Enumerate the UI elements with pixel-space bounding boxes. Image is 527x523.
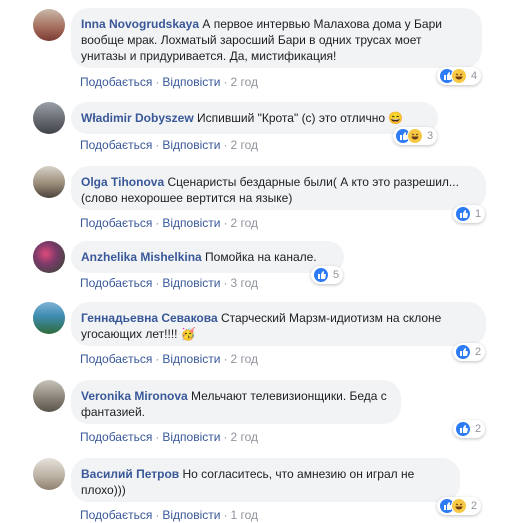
comment-author[interactable]: Геннадьевна Севакова — [81, 311, 218, 325]
reaction-count: 3 — [427, 130, 434, 142]
reply-link[interactable]: Відповісти — [162, 352, 220, 366]
comment-actions: Подобається · Відповісти · 2 год — [80, 216, 258, 230]
comment-actions: Подобається · Відповісти · 2 год — [80, 430, 258, 444]
avatar[interactable] — [33, 102, 65, 134]
like-link[interactable]: Подобається — [80, 508, 152, 522]
comment-author[interactable]: Василий Петров — [81, 467, 179, 481]
reactions-badge[interactable]: 2 — [453, 343, 486, 361]
comment-author[interactable]: Inna Novogrudskaya — [81, 17, 199, 31]
comment-author[interactable]: Anzhelika Mishelkina — [81, 250, 202, 264]
reactions-badge[interactable]: 5 — [311, 266, 344, 284]
avatar[interactable] — [33, 380, 65, 412]
like-link[interactable]: Подобається — [80, 276, 152, 290]
like-link[interactable]: Подобається — [80, 138, 152, 152]
reaction-count: 1 — [475, 208, 482, 220]
reply-link[interactable]: Відповісти — [162, 75, 220, 89]
comment-actions: Подобається · Відповісти · 2 год — [80, 138, 258, 152]
comment-time[interactable]: 2 год — [230, 75, 258, 89]
reply-link[interactable]: Відповісти — [162, 276, 220, 290]
comment-time[interactable]: 3 год — [230, 276, 258, 290]
like-link[interactable]: Подобається — [80, 216, 152, 230]
reply-link[interactable]: Відповісти — [162, 138, 220, 152]
avatar[interactable] — [33, 241, 65, 273]
avatar[interactable] — [33, 458, 65, 490]
like-reaction-icon — [455, 421, 471, 437]
comment-bubble: Inna Novogrudskaya А первое интервью Мал… — [71, 8, 482, 68]
reply-link[interactable]: Відповісти — [162, 216, 220, 230]
comment-actions: Подобається · Відповісти · 2 год — [80, 75, 258, 89]
haha-reaction-icon — [407, 128, 423, 144]
comment-bubble: Olga Tihonova Сценаристы бездарные были(… — [71, 166, 486, 210]
reply-link[interactable]: Відповісти — [162, 508, 220, 522]
comment-actions: Подобається · Відповісти · 2 год — [80, 352, 258, 366]
reactions-badge[interactable]: 3 — [393, 127, 438, 145]
like-link[interactable]: Подобається — [80, 430, 152, 444]
like-reaction-icon — [455, 206, 471, 222]
comment-actions: Подобається · Відповісти · 3 год — [80, 276, 258, 290]
comment-bubble: Władimir Dobyszew Испивший "Крота" (с) э… — [71, 102, 438, 134]
reaction-count: 2 — [475, 346, 482, 358]
reaction-count: 2 — [475, 423, 482, 435]
comment-time[interactable]: 2 год — [230, 430, 258, 444]
comment-author[interactable]: Olga Tihonova — [81, 175, 164, 189]
comment-author[interactable]: Veronika Mironova — [81, 389, 188, 403]
reactions-badge[interactable]: 2 — [453, 420, 486, 438]
haha-reaction-icon — [451, 498, 467, 514]
comment-bubble: Василий Петров Но согласитесь, что амнез… — [71, 458, 460, 502]
reactions-badge[interactable]: 1 — [453, 205, 486, 223]
comment-bubble: Veronika Mironova Мельчают телевизионщик… — [71, 380, 401, 424]
avatar[interactable] — [33, 302, 65, 334]
like-link[interactable]: Подобається — [80, 75, 152, 89]
reaction-count: 2 — [471, 500, 478, 512]
reaction-count: 5 — [333, 269, 340, 281]
like-reaction-icon — [313, 267, 329, 283]
reactions-badge[interactable]: 2 — [437, 497, 482, 515]
comment-time[interactable]: 2 год — [230, 216, 258, 230]
like-link[interactable]: Подобається — [80, 352, 152, 366]
comment-text: Помойка на канале. — [205, 250, 317, 264]
like-reaction-icon — [455, 344, 471, 360]
avatar[interactable] — [33, 9, 65, 41]
comment-time[interactable]: 1 год — [230, 508, 258, 522]
comment-time[interactable]: 2 год — [230, 352, 258, 366]
reaction-count: 4 — [471, 70, 478, 82]
comment-time[interactable]: 2 год — [230, 138, 258, 152]
comment-text: Испивший "Крота" (с) это отлично 😄 — [197, 111, 404, 125]
haha-reaction-icon — [451, 68, 467, 84]
comment-actions: Подобається · Відповісти · 1 год — [80, 508, 258, 522]
reactions-badge[interactable]: 4 — [437, 67, 482, 85]
comment-author[interactable]: Władimir Dobyszew — [81, 111, 194, 125]
comment-bubble: Anzhelika Mishelkina Помойка на канале. — [71, 241, 344, 273]
avatar[interactable] — [33, 166, 65, 198]
reply-link[interactable]: Відповісти — [162, 430, 220, 444]
comment-bubble: Геннадьевна Севакова Старческий Марзм-ид… — [71, 302, 486, 346]
